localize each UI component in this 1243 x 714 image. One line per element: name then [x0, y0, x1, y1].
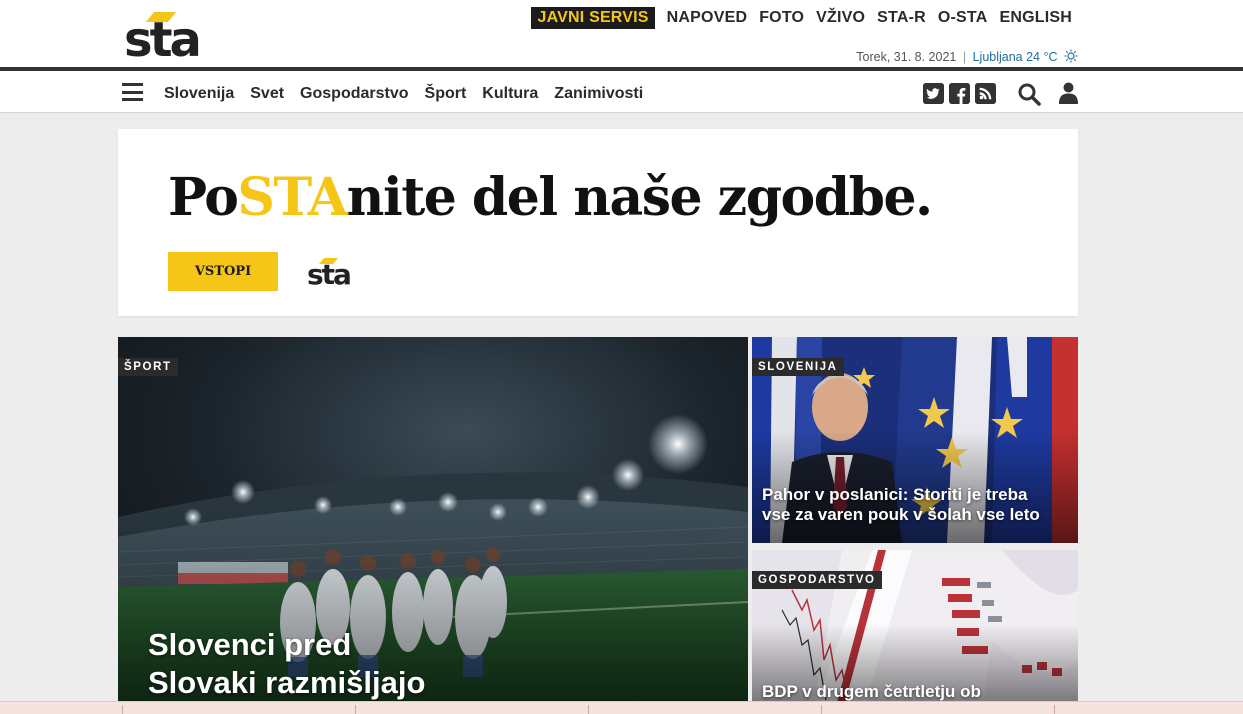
article-title-line: Slovaki razmišljajo: [148, 665, 426, 700]
category-badge[interactable]: ŠPORT: [118, 358, 178, 376]
nav-item-slovenija[interactable]: Slovenija: [164, 85, 234, 103]
bottom-strip: [0, 701, 1243, 714]
top-link-sta-r[interactable]: STA-R: [871, 7, 932, 29]
promo-headline-end: nite del naše zgodbe.: [346, 167, 934, 228]
featured-article-gospodarstvo[interactable]: GOSPODARSTVO BDP v drugem četrtletju ob: [752, 550, 1078, 714]
nav-item-gospodarstvo[interactable]: Gospodarstvo: [300, 85, 408, 103]
nav-item-sport[interactable]: Šport: [425, 85, 467, 103]
strip-divider: [1054, 705, 1055, 714]
rss-icon[interactable]: [975, 83, 996, 104]
article-title[interactable]: Pahor v poslanici: Storiti je treba vse …: [762, 485, 1040, 525]
category-badge[interactable]: SLOVENIJA: [752, 358, 844, 376]
promo-headline: PoSTAnite del naše zgodbe.: [168, 167, 934, 228]
top-link-english[interactable]: ENGLISH: [993, 7, 1078, 29]
promo-vstopi-button[interactable]: VSTOPI: [168, 252, 278, 291]
article-title-line: vse za varen pouk v šolah vse leto: [762, 505, 1040, 524]
date-text: Torek, 31. 8. 2021: [856, 50, 957, 64]
sun-icon: [1064, 49, 1078, 63]
strip-divider: [355, 705, 356, 714]
promo-banner: PoSTAnite del naše zgodbe. VSTOPI sta: [118, 129, 1078, 316]
nav-item-kultura[interactable]: Kultura: [482, 85, 538, 103]
top-link-foto[interactable]: FOTO: [753, 7, 810, 29]
article-title[interactable]: BDP v drugem četrtletju ob: [762, 682, 981, 702]
category-badge[interactable]: GOSPODARSTVO: [752, 571, 882, 589]
social-links: [923, 83, 996, 104]
hamburger-icon[interactable]: [122, 83, 143, 101]
featured-article-sport[interactable]: ŠPORT Slovenci pred Slovaki razmišljajo: [118, 337, 748, 714]
strip-divider: [122, 705, 123, 714]
search-icon[interactable]: [1017, 82, 1041, 106]
sta-logo[interactable]: sta: [124, 10, 214, 62]
main-navbar: Slovenija Svet Gospodarstvo Šport Kultur…: [0, 71, 1243, 113]
top-link-javni-servis[interactable]: JAVNI SERVIS: [531, 7, 655, 29]
section-nav: Slovenija Svet Gospodarstvo Šport Kultur…: [164, 85, 643, 103]
top-header: sta JAVNI SERVIS NAPOVED FOTO VŽIVO STA-…: [0, 0, 1243, 68]
nav-item-zanimivosti[interactable]: Zanimivosti: [554, 85, 643, 103]
featured-article-slovenija[interactable]: SLOVENIJA Pahor v poslanici: Storiti je …: [752, 337, 1078, 543]
promo-headline-highlight: STA: [237, 167, 348, 228]
promo-headline-start: Po: [168, 167, 239, 228]
nav-item-svet[interactable]: Svet: [250, 85, 284, 103]
weather-text[interactable]: Ljubljana 24 °C: [973, 50, 1058, 64]
facebook-icon[interactable]: [949, 83, 970, 104]
article-title-line: Pahor v poslanici: Storiti je treba: [762, 485, 1028, 504]
article-title-line: Slovenci pred: [148, 627, 352, 662]
date-separator: |: [962, 50, 967, 64]
top-link-vzivo[interactable]: VŽIVO: [810, 7, 871, 29]
dateline: Torek, 31. 8. 2021 | Ljubljana 24 °C: [856, 49, 1078, 64]
top-links: JAVNI SERVIS NAPOVED FOTO VŽIVO STA-R O-…: [531, 7, 1078, 29]
promo-sta-logo[interactable]: sta: [307, 257, 361, 287]
top-link-o-sta[interactable]: O-STA: [932, 7, 994, 29]
article-title[interactable]: Slovenci pred Slovaki razmišljajo: [148, 626, 425, 702]
twitter-icon[interactable]: [923, 83, 944, 104]
top-link-napoved[interactable]: NAPOVED: [661, 7, 754, 29]
strip-divider: [821, 705, 822, 714]
strip-divider: [588, 705, 589, 714]
user-icon[interactable]: [1059, 82, 1078, 104]
